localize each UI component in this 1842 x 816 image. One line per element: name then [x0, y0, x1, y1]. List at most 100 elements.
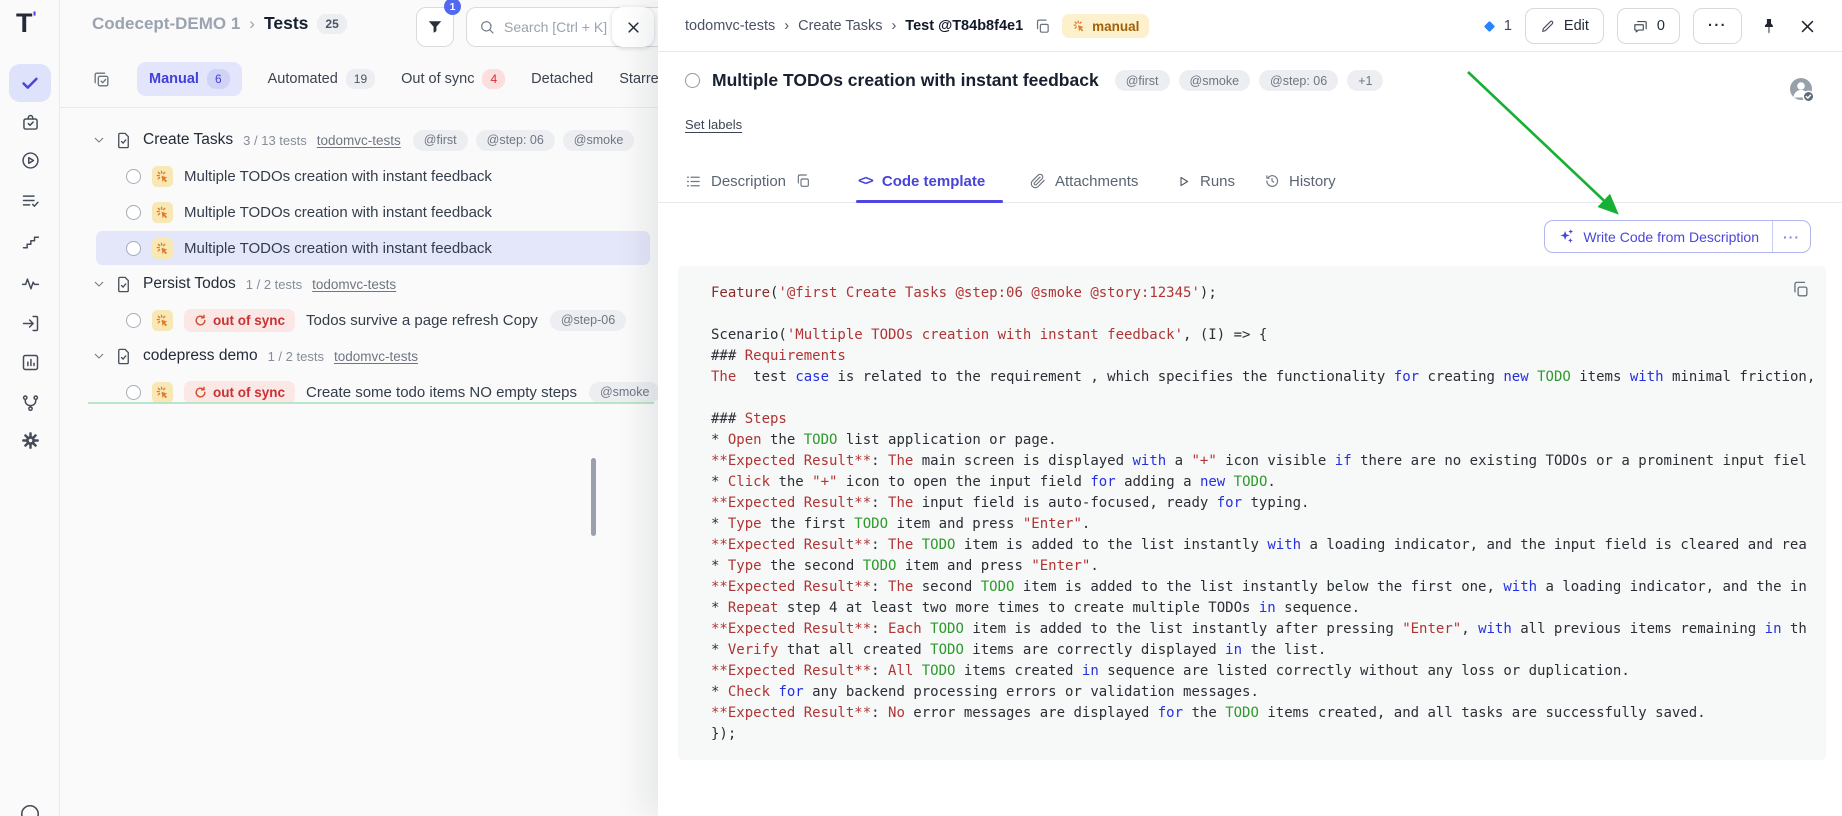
help-icon[interactable]: [9, 795, 51, 816]
suite-link[interactable]: todomvc-tests: [312, 277, 396, 292]
tab-starred[interactable]: Starred: [619, 71, 658, 87]
test-row-out-of-sync[interactable]: out of sync Create some todo items NO em…: [60, 374, 658, 410]
manual-cursor-icon: [1073, 20, 1084, 32]
detail-header: todomvc-tests › Create Tasks › Test @T84…: [658, 0, 1842, 52]
tab-manual[interactable]: Manual 6: [137, 62, 242, 96]
radio-circle-icon[interactable]: [126, 168, 141, 184]
title-tags: @first @smoke @step: 06 +1: [1114, 70, 1384, 91]
chevron-separator: ›: [784, 18, 790, 34]
filter-count-badge: 1: [444, 0, 461, 15]
assignee-avatar[interactable]: [1788, 76, 1816, 104]
copy-code-button[interactable]: [1791, 280, 1810, 299]
chevron-down-icon[interactable]: [92, 133, 106, 147]
list-icon: [687, 175, 700, 187]
suite-row-persist-todos[interactable]: Persist Todos 1 / 2 tests todomvc-tests: [60, 266, 658, 302]
edit-button[interactable]: Edit: [1524, 8, 1604, 44]
suite-meta: 1 / 2 tests: [245, 276, 303, 292]
sidebar-item-analytics[interactable]: [9, 264, 51, 302]
sidebar-item-import[interactable]: [9, 304, 51, 342]
sidebar-item-suites[interactable]: [9, 103, 51, 141]
tab-attachments[interactable]: Attachments: [1030, 160, 1138, 202]
set-labels-link[interactable]: Set labels: [685, 117, 742, 132]
stairs-icon: [22, 236, 39, 248]
suite-name[interactable]: codepress demo: [143, 347, 258, 365]
test-row[interactable]: Multiple TODOs creation with instant fee…: [60, 158, 658, 194]
sidebar-item-plans[interactable]: [9, 181, 51, 219]
suite-row-create-tasks[interactable]: Create Tasks 3 / 13 tests todomvc-tests …: [60, 122, 658, 158]
select-all-icon[interactable]: [92, 70, 111, 89]
test-row-out-of-sync[interactable]: out of sync Todos survive a page refresh…: [60, 302, 658, 338]
close-search-button[interactable]: [612, 7, 654, 47]
tab-label: Out of sync: [401, 71, 475, 87]
tag-chip: @step: 06: [1259, 70, 1339, 91]
close-icon: [1801, 20, 1814, 32]
sidebar-item-runs[interactable]: [9, 141, 51, 179]
app-logo[interactable]: T': [16, 8, 37, 39]
ai-button-more[interactable]: ···: [1773, 221, 1810, 252]
sidebar-item-steps[interactable]: [9, 223, 51, 261]
suite-link[interactable]: todomvc-tests: [334, 349, 418, 364]
chevron-down-icon[interactable]: [92, 277, 106, 291]
comments-button[interactable]: 0: [1616, 8, 1680, 44]
sidebar-item-tests[interactable]: [9, 64, 51, 102]
tab-runs[interactable]: Runs: [1176, 160, 1235, 202]
tab-history[interactable]: History: [1264, 160, 1336, 202]
page-title: Tests: [263, 13, 309, 33]
gear-icon: [21, 431, 39, 449]
tab-automated[interactable]: Automated 19: [268, 69, 376, 89]
more-actions-button[interactable]: ···: [1693, 8, 1742, 44]
tab-detached[interactable]: Detached: [531, 71, 593, 87]
pin-icon: [1764, 18, 1773, 34]
test-row[interactable]: Multiple TODOs creation with instant fee…: [60, 194, 658, 230]
pulse-icon: [21, 277, 39, 289]
sidebar-item-reports[interactable]: [9, 343, 51, 381]
tab-count: 19: [345, 69, 376, 89]
code-content[interactable]: Feature('@first Create Tasks @step:06 @s…: [678, 266, 1826, 745]
copy-icon[interactable]: [795, 173, 811, 189]
close-detail-button[interactable]: [1795, 18, 1820, 35]
radio-circle-icon[interactable]: [126, 240, 141, 256]
copy-test-id-button[interactable]: [1032, 16, 1053, 37]
chevron-separator: ›: [249, 13, 255, 33]
sidebar-item-branches[interactable]: [9, 383, 51, 421]
active-tab-underline: [856, 200, 1003, 203]
more-tags-chip[interactable]: +1: [1347, 70, 1384, 91]
play-circle-icon: [21, 151, 39, 169]
jira-link[interactable]: 1: [1481, 18, 1512, 35]
out-of-sync-badge: out of sync: [184, 380, 296, 404]
pencil-icon: [1542, 20, 1554, 32]
out-of-sync-label: out of sync: [213, 384, 286, 400]
tab-out-of-sync[interactable]: Out of sync 4: [401, 69, 506, 89]
chevron-down-icon[interactable]: [92, 349, 106, 363]
suite-meta: 3 / 13 tests: [243, 132, 307, 148]
write-code-from-description-button[interactable]: Write Code from Description ···: [1544, 220, 1811, 253]
suite-name[interactable]: Persist Todos: [143, 275, 236, 293]
radio-circle-icon[interactable]: [126, 312, 141, 328]
scrollbar-thumb[interactable]: [591, 458, 596, 536]
breadcrumb-suite[interactable]: Create Tasks: [798, 18, 882, 34]
pin-button[interactable]: [1755, 17, 1782, 36]
suite-row-codepress-demo[interactable]: codepress demo 1 / 2 tests todomvc-tests: [60, 338, 658, 374]
tab-code-template[interactable]: <> Code template: [858, 160, 985, 202]
radio-circle-icon[interactable]: [126, 204, 141, 220]
code-editor[interactable]: Feature('@first Create Tasks @step:06 @s…: [678, 266, 1826, 760]
tag-chip: @smoke: [1178, 70, 1251, 91]
breadcrumb-test-id: Test @T84b8f4e1: [905, 18, 1024, 34]
test-row-selected[interactable]: Multiple TODOs creation with instant fee…: [60, 230, 658, 266]
tab-label: Starred: [619, 71, 658, 87]
suite-link[interactable]: todomvc-tests: [317, 133, 401, 148]
suite-meta: 1 / 2 tests: [267, 348, 324, 364]
radio-circle-icon[interactable]: [685, 73, 700, 88]
radio-circle-icon[interactable]: [126, 384, 141, 400]
tab-description[interactable]: Description: [685, 160, 811, 202]
copy-icon: [1794, 281, 1808, 297]
sidebar-item-settings[interactable]: [9, 421, 51, 459]
suite-name[interactable]: Create Tasks: [143, 131, 233, 149]
breadcrumb: Codecept-DEMO 1 › Tests 25: [92, 13, 347, 34]
filter-tabs: Manual 6 Automated 19 Out of sync 4 Deta…: [92, 62, 658, 96]
jira-icon: [1484, 20, 1495, 32]
project-name[interactable]: Codecept-DEMO 1: [92, 14, 240, 34]
detail-actions: 1 Edit 0 ···: [1481, 8, 1820, 44]
test-name: Multiple TODOs creation with instant fee…: [184, 203, 492, 221]
breadcrumb-suite-root[interactable]: todomvc-tests: [685, 18, 775, 34]
